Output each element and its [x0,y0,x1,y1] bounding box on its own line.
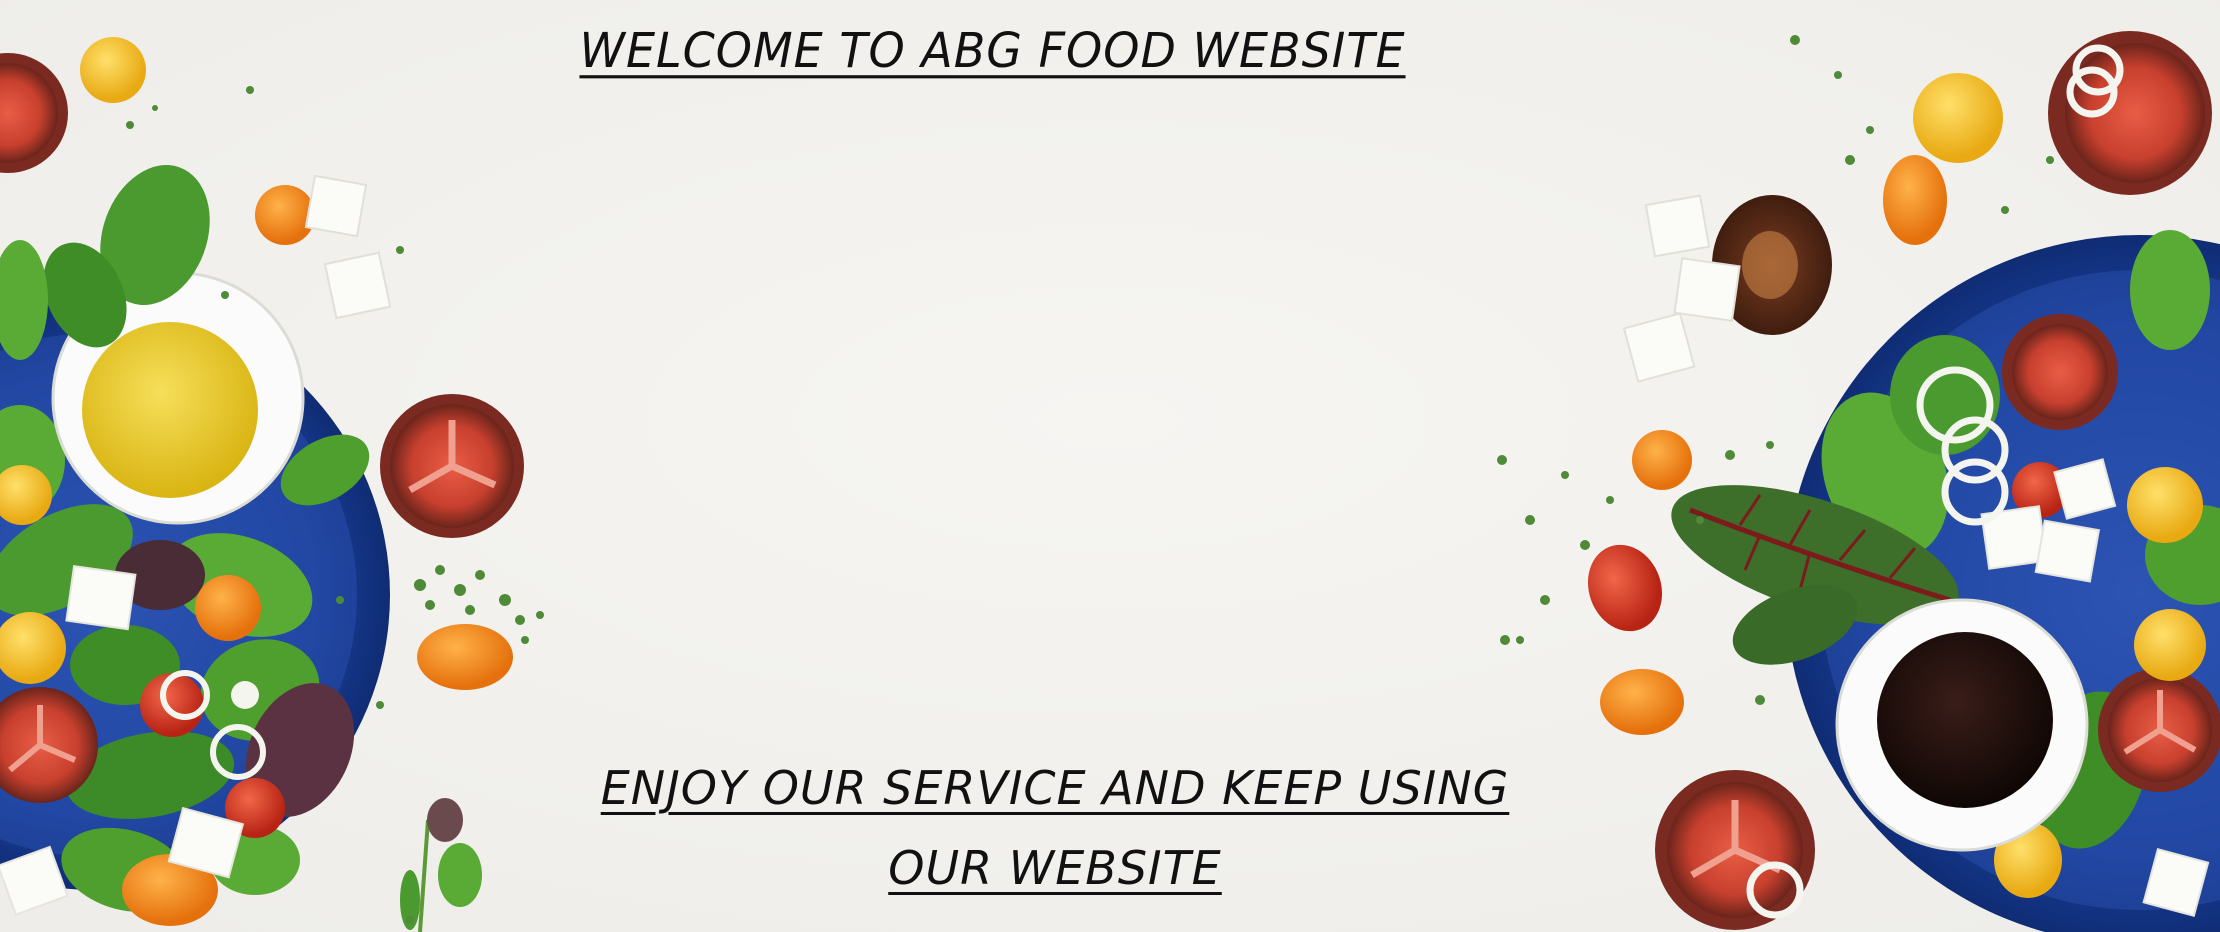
right-balsamic-bowl [1835,598,2089,852]
right-feta-cube [1673,257,1741,322]
right-orange-cherry [1632,430,1692,490]
right-tomato-slice-bottom [1655,770,1815,930]
closing-message-line-1: ENJOY OUR SERVICE AND KEEP USING [600,761,1510,815]
welcome-heading: WELCOME TO ABG FOOD WEBSITE [579,21,1406,79]
left-yellow-cherry [80,37,146,103]
right-yellow-cherry [1913,73,2003,163]
right-tomato-half-top [2048,31,2212,195]
right-feta-cube [1644,194,1711,258]
left-orange-cherry [255,185,315,245]
left-feta-cube [323,251,392,320]
left-tomato-slice [380,394,524,538]
left-feta-cube [304,174,368,238]
right-orange-cherry [1883,155,1947,245]
closing-message: ENJOY OUR SERVICE AND KEEP USING OUR WEB… [500,748,1610,908]
right-orange-cherry [1600,669,1684,735]
left-orange-cherry [417,624,513,690]
closing-message-line-2: OUR WEBSITE [888,841,1222,895]
